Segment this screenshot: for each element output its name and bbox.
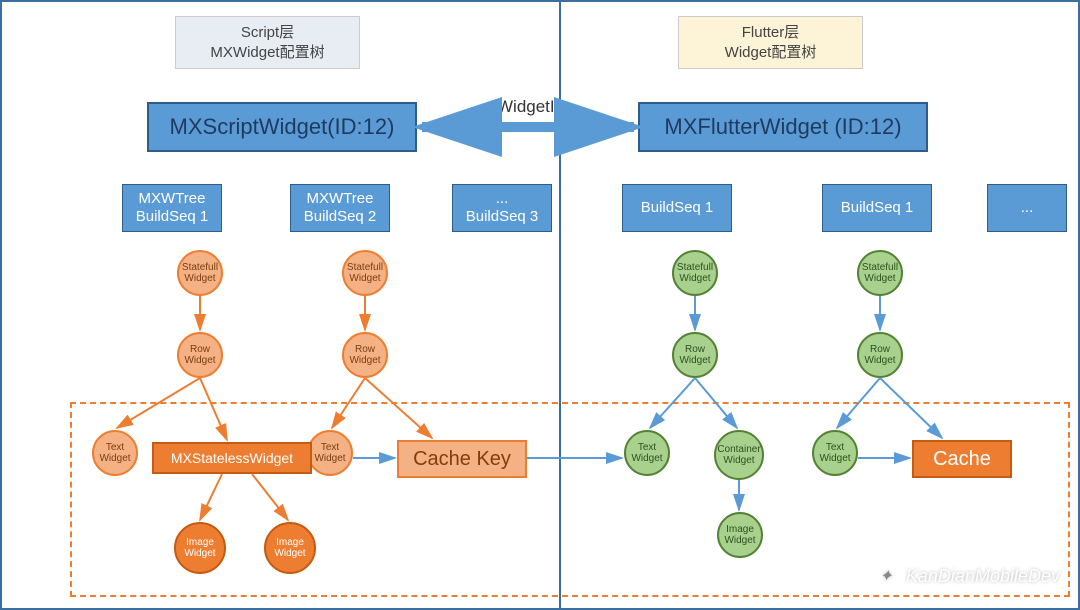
mxstatelesswidget-box: MXStatelessWidget: [152, 442, 312, 474]
left-seq1-line1: MXWTree: [136, 190, 209, 208]
left-image-1: ImageWidget: [174, 522, 226, 574]
wechat-icon: ✦: [872, 562, 900, 590]
header-left-line2: MXWidget配置树: [194, 43, 341, 63]
header-flutter-layer: Flutter层 Widget配置树: [678, 16, 863, 69]
cache-box: Cache: [912, 440, 1012, 478]
left-seq3-line1: ...: [466, 190, 539, 208]
left1-statefull: StatefullWidget: [177, 250, 223, 296]
right1-text: TextWidget: [624, 430, 670, 476]
right-seq2-label: BuildSeq 1: [841, 199, 914, 217]
widgetid-label: WidgetID: [497, 97, 567, 117]
header-left-line1: Script层: [194, 23, 341, 43]
header-right-line1: Flutter层: [697, 23, 844, 43]
watermark-text: KanDianMobileDev: [906, 566, 1060, 587]
watermark: ✦ KanDianMobileDev: [872, 562, 1060, 590]
left-buildseq-3: ... BuildSeq 3: [452, 184, 552, 232]
right-seq1-label: BuildSeq 1: [641, 199, 714, 217]
left-image-2: ImageWidget: [264, 522, 316, 574]
mxscriptwidget-box: MXScriptWidget(ID:12): [147, 102, 417, 152]
left-seq1-line2: BuildSeq 1: [136, 208, 209, 226]
header-script-layer: Script层 MXWidget配置树: [175, 16, 360, 69]
cachekey-label: Cache Key: [413, 448, 511, 471]
mxscriptwidget-label: MXScriptWidget(ID:12): [170, 114, 395, 140]
right1-image: ImageWidget: [717, 512, 763, 558]
right-seq3-label: ...: [1021, 199, 1034, 217]
right-buildseq-2: BuildSeq 1: [822, 184, 932, 232]
mxflutterwidget-box: MXFlutterWidget (ID:12): [638, 102, 928, 152]
right2-text: TextWidget: [812, 430, 858, 476]
right1-row: RowWidget: [672, 332, 718, 378]
right1-container: ContainerWidget: [714, 430, 764, 480]
left-seq2-line2: BuildSeq 2: [304, 208, 377, 226]
left-seq2-line1: MXWTree: [304, 190, 377, 208]
left2-text: TextWidget: [307, 430, 353, 476]
right-buildseq-1: BuildSeq 1: [622, 184, 732, 232]
header-right-line2: Widget配置树: [697, 43, 844, 63]
left-seq3-line2: BuildSeq 3: [466, 208, 539, 226]
left1-row: RowWidget: [177, 332, 223, 378]
mxflutterwidget-label: MXFlutterWidget (ID:12): [664, 114, 901, 140]
left2-row: RowWidget: [342, 332, 388, 378]
cachekey-box: Cache Key: [397, 440, 527, 478]
right2-row: RowWidget: [857, 332, 903, 378]
right1-statefull: StatefullWidget: [672, 250, 718, 296]
right2-statefull: StatefullWidget: [857, 250, 903, 296]
left-buildseq-2: MXWTree BuildSeq 2: [290, 184, 390, 232]
cache-label: Cache: [933, 448, 991, 471]
mxstateless-label: MXStatelessWidget: [171, 450, 293, 466]
diagram-canvas: Script层 MXWidget配置树 Flutter层 Widget配置树 M…: [0, 0, 1080, 610]
right-buildseq-3: ...: [987, 184, 1067, 232]
left-buildseq-1: MXWTree BuildSeq 1: [122, 184, 222, 232]
left2-statefull: StatefullWidget: [342, 250, 388, 296]
left1-text: TextWidget: [92, 430, 138, 476]
